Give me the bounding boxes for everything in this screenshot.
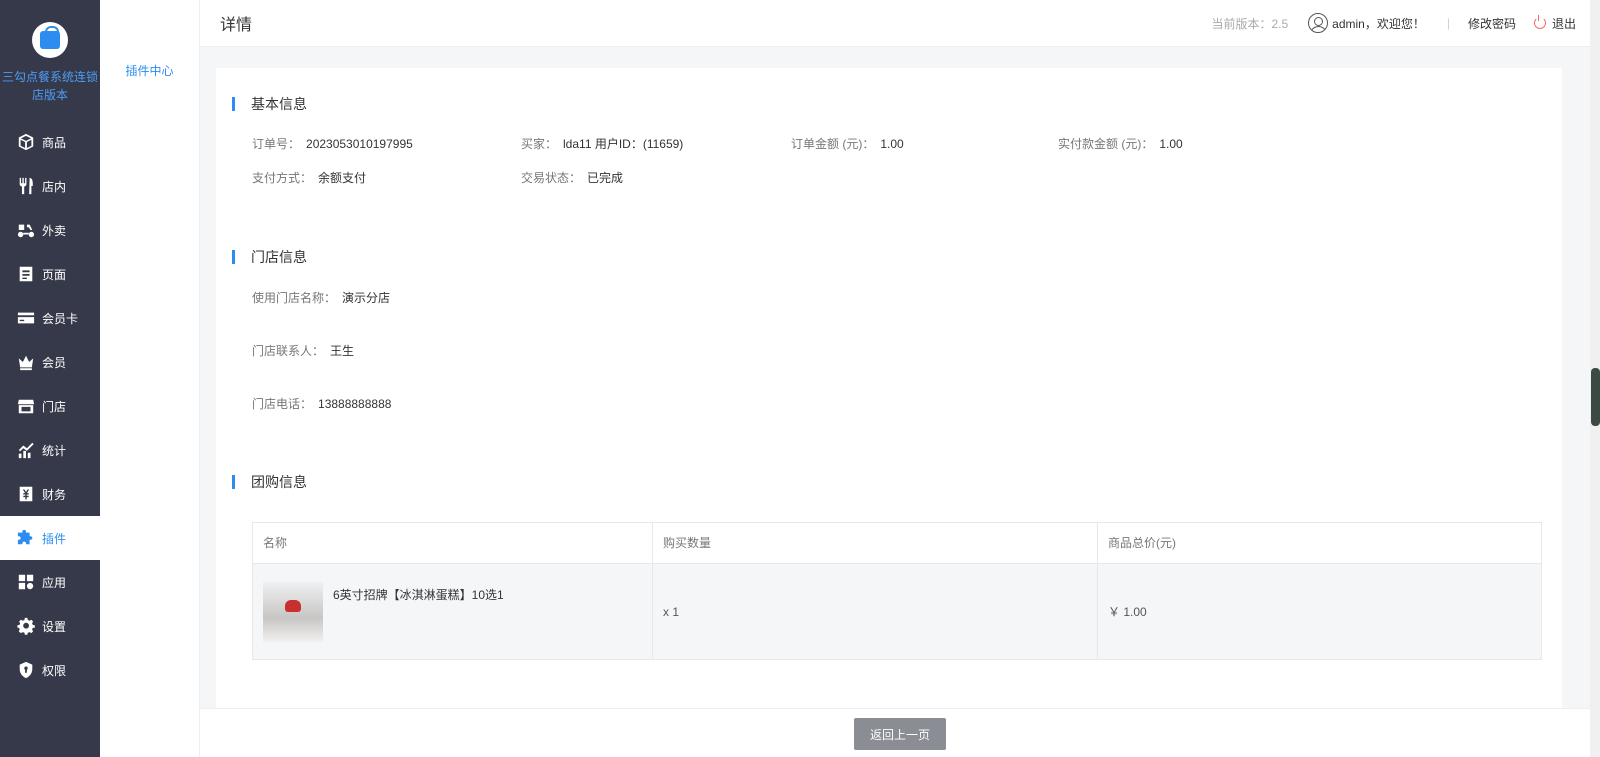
card-icon [16,308,36,328]
user-avatar-icon [1308,13,1329,33]
sidebar-item-label: 店内 [42,179,67,194]
top-header: 详情 当前版本：2.5 admin，欢迎您！ | 修改密码 退出 [200,0,1590,47]
section-title-basic: 基本信息 [232,94,307,114]
main-sidebar: 三勾点餐系统连锁店版本 商品 店内 外卖 页面 会员卡 会员 门店 统计 财务 … [0,0,100,757]
paid-amount-field: 实付款金额 (元)： 1.00 [1058,137,1183,151]
footer-bar: 返回上一页 [200,708,1590,757]
order-number-field: 订单号： 2023053010197995 [252,137,413,151]
sidebar-item-label: 外卖 [42,223,67,238]
chart-icon [16,440,36,460]
section-title-group: 团购信息 [232,472,307,492]
logout-link[interactable]: 退出 [1552,15,1576,32]
subnav-item-plugin-center[interactable]: 插件中心 [100,62,199,79]
column-header-total: 商品总价(元) [1108,536,1176,550]
sidebar-item-label: 应用 [42,575,67,590]
section-title-store: 门店信息 [232,247,307,267]
store-name-field: 使用门店名称： 演示分店 [252,291,391,305]
total-cell: ￥ 1.00 [1098,563,1541,659]
product-thumbnail [263,582,323,642]
product-cell: 6英寸招牌【冰淇淋蛋糕】10选1 [253,563,653,659]
column-header-quantity: 购买数量 [653,523,1098,563]
sidebar-item-member-card[interactable]: 会员卡 [0,296,100,340]
sidebar-item-goods[interactable]: 商品 [0,120,100,164]
sidebar-item-pages[interactable]: 页面 [0,252,100,296]
sidebar-item-label: 插件 [42,531,67,546]
puzzle-icon [16,528,36,548]
table-header-row: 名称 购买数量 商品总价(元) [253,523,1541,563]
sidebar-item-label: 会员卡 [42,311,79,326]
buyer-field: 买家： lda11 用户ID：(11659) [521,137,684,151]
sub-sidebar: 插件中心 [100,0,200,757]
sidebar-item-statistics[interactable]: 统计 [0,428,100,472]
user-info: admin，欢迎您！ [1308,13,1425,33]
logo-icon [32,22,68,58]
sidebar-item-label: 财务 [42,487,67,502]
sidebar-item-settings[interactable]: 设置 [0,604,100,648]
store-contact-field: 门店联系人： 王生 [252,344,355,358]
sidebar-item-apps[interactable]: 应用 [0,560,100,604]
order-amount-field: 订单金额 (元)： 1.00 [791,137,904,151]
scrollbar-thumb[interactable] [1591,368,1600,426]
sidebar-item-delivery[interactable]: 外卖 [0,208,100,252]
sidebar-item-label: 会员 [42,355,67,370]
apps-icon [16,572,36,592]
page-icon [16,264,36,284]
group-buy-table: 名称 购买数量 商品总价(元) 6英寸招牌【冰淇淋蛋糕】10选1 x 1 ￥ 1… [252,522,1542,660]
box-icon [16,132,36,152]
sidebar-item-label: 统计 [42,443,67,458]
welcome-text: admin，欢迎您！ [1332,16,1425,31]
crown-icon [16,352,36,372]
sidebar-item-finance[interactable]: 财务 [0,472,100,516]
finance-icon [16,484,36,504]
pay-method-field: 支付方式： 余额支付 [252,171,367,185]
sidebar-item-label: 页面 [42,267,67,282]
brand-name: 三勾点餐系统连锁店版本 [2,70,99,102]
page-title: 详情 [220,17,253,34]
sidebar-item-label: 设置 [42,619,67,634]
logo-area: 三勾点餐系统连锁店版本 [0,0,100,120]
change-password-link[interactable]: 修改密码 [1468,15,1516,32]
sidebar-item-label: 门店 [42,399,67,414]
fork-knife-icon [16,176,36,196]
table-row: 6英寸招牌【冰淇淋蛋糕】10选1 x 1 ￥ 1.00 [253,563,1541,659]
scooter-icon [16,220,36,240]
sidebar-item-permissions[interactable]: 权限 [0,648,100,692]
sidebar-item-plugins[interactable]: 插件 [0,516,100,560]
shield-icon [16,660,36,680]
sidebar-item-dine-in[interactable]: 店内 [0,164,100,208]
quantity-cell: x 1 [653,563,1098,659]
header-actions: 当前版本：2.5 admin，欢迎您！ | 修改密码 退出 [1211,13,1576,33]
column-header-name: 名称 [253,523,653,563]
store-icon [16,396,36,416]
version-label: 当前版本：2.5 [1211,16,1289,31]
sidebar-item-stores[interactable]: 门店 [0,384,100,428]
store-phone-field: 门店电话： 13888888888 [252,397,392,411]
trade-status-field: 交易状态： 已完成 [521,171,624,185]
header-separator: | [1446,16,1450,30]
sidebar-item-label: 权限 [42,663,67,678]
detail-panel: 基本信息 订单号： 2023053010197995 买家： lda11 用户ID：… [216,68,1562,708]
gear-icon [16,616,36,636]
product-name: 6英寸招牌【冰淇淋蛋糕】10选1 [333,588,504,602]
sidebar-item-members[interactable]: 会员 [0,340,100,384]
power-icon[interactable] [1533,15,1546,29]
sidebar-item-label: 商品 [42,135,67,150]
back-button[interactable]: 返回上一页 [854,718,946,750]
